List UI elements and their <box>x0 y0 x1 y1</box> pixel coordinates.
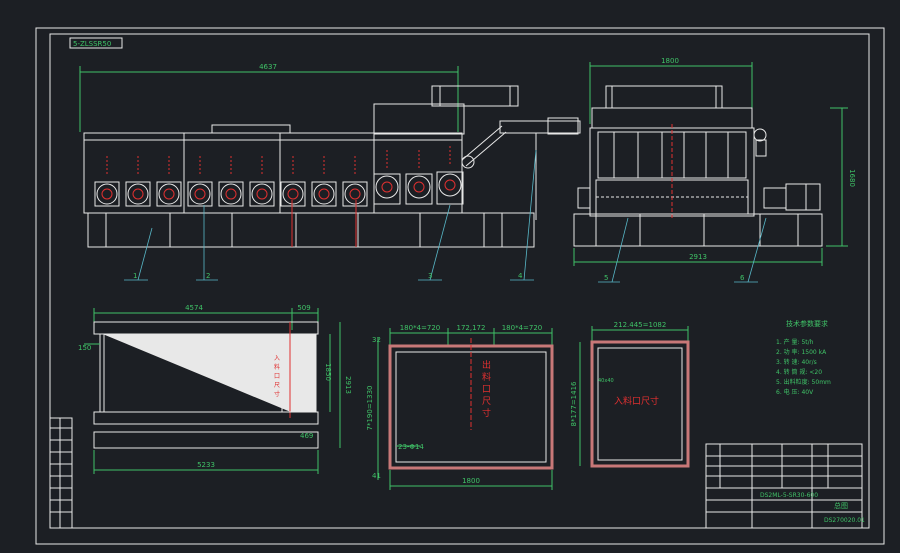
front-view: 4637 1 2 3 4 <box>79 63 581 281</box>
outlet-left-bottom: 41 <box>372 472 381 480</box>
inlet-center-text: 入料口尺寸 <box>614 395 659 407</box>
tech-note-3: 3. 转 速: 40r/s <box>776 358 817 366</box>
inlet-left-small: 40x40 <box>598 378 614 384</box>
cad-drawing: 5-ZLSSR50 4637 1 2 3 4 1800 1680 2913 5 … <box>35 27 885 545</box>
hopper-top-left-dim: 4574 <box>185 304 203 312</box>
roller-unit <box>94 156 120 207</box>
hopper-top-right-dim: 509 <box>297 304 310 312</box>
tech-notes: 技术参数要求 1. 产 量: 5t/h 2. 功 率: 1500 kA 3. 转… <box>776 319 831 396</box>
tech-note-1: 1. 产 量: 5t/h <box>776 338 814 346</box>
hopper-right-dim-a: 1850 <box>324 363 332 381</box>
tech-note-5: 5. 出料粒度: 50mm <box>776 378 831 386</box>
hopper-left-small-dim: 150 <box>78 344 91 352</box>
front-top-rail <box>211 124 291 134</box>
callout-3: 3 <box>428 272 432 280</box>
side-width-bottom: 2913 <box>689 253 707 261</box>
hopper-base-plate <box>93 431 319 449</box>
hopper-lower-plate <box>93 411 319 425</box>
hopper-vertical-label: 入料口尺寸 <box>274 355 280 398</box>
callout-6: 6 <box>740 274 745 282</box>
drawing-name: 总图 <box>834 501 848 510</box>
side-height: 1680 <box>848 169 856 187</box>
inlet-view: 212.445=1082 入料口尺寸 8*177=1416 40x40 <box>570 321 690 468</box>
title-block: DS2ML-5-SR30-600 总图 DS270020.01 <box>705 443 865 529</box>
front-base <box>87 212 535 248</box>
hopper-right-dim-c: 469 <box>300 432 313 440</box>
outlet-view: 180*4=720 172,172 180*4=720 出料口尺寸 32 7*1… <box>366 324 554 490</box>
side-feed-hopper <box>605 85 723 109</box>
tech-note-6: 6. 电 压: 40V <box>776 388 814 396</box>
callout-2: 2 <box>206 272 210 280</box>
outlet-top-left: 180*4=720 <box>400 324 441 332</box>
outlet-top-mid: 172,172 <box>457 324 486 332</box>
front-hydraulic-cylinder <box>499 120 581 134</box>
side-motor <box>785 183 821 211</box>
inlet-left-dim: 8*177=1416 <box>570 381 578 427</box>
inlet-top-dim: 212.445=1082 <box>614 321 667 329</box>
outlet-left-top: 32 <box>372 336 381 344</box>
front-hopper-housing <box>373 103 465 135</box>
hopper-bottom-dim: 5233 <box>197 461 215 469</box>
outlet-bottom: 1800 <box>462 477 480 485</box>
front-overall-length: 4637 <box>259 63 277 71</box>
outlet-top-right: 180*4=720 <box>502 324 543 332</box>
sheet-tag: 5-ZLSSR50 <box>73 40 111 48</box>
tech-notes-title: 技术参数要求 <box>786 319 828 328</box>
drawing-number: DS2ML-5-SR30-600 <box>760 492 818 499</box>
revision-strip <box>49 417 73 529</box>
outlet-center-text: 出料口尺寸 <box>482 359 491 419</box>
front-roller-row <box>94 146 464 207</box>
callout-5: 5 <box>604 274 608 282</box>
drawing-code: DS270020.01 <box>824 517 865 524</box>
side-base <box>573 213 823 247</box>
side-width-top: 1800 <box>661 57 679 65</box>
tech-note-2: 2. 功 率: 1500 kA <box>776 348 827 356</box>
outlet-left-side: 7*190=1330 <box>366 386 374 431</box>
tech-note-4: 4. 转 筒 规: <20 <box>776 368 822 376</box>
front-frame <box>83 132 463 214</box>
hopper-section-view: 4574 509 入料口尺寸 150 1850 2913 469 5233 <box>78 304 352 474</box>
hopper-right-dim-b: 2913 <box>344 376 352 394</box>
callout-1: 1 <box>133 272 137 280</box>
hopper-wedge <box>103 333 317 413</box>
front-feed-hopper <box>431 85 519 107</box>
callout-4: 4 <box>518 272 523 280</box>
side-view: 1800 1680 2913 5 6 <box>573 57 856 283</box>
outlet-bolt-label: 23-Φ14 <box>398 443 424 451</box>
